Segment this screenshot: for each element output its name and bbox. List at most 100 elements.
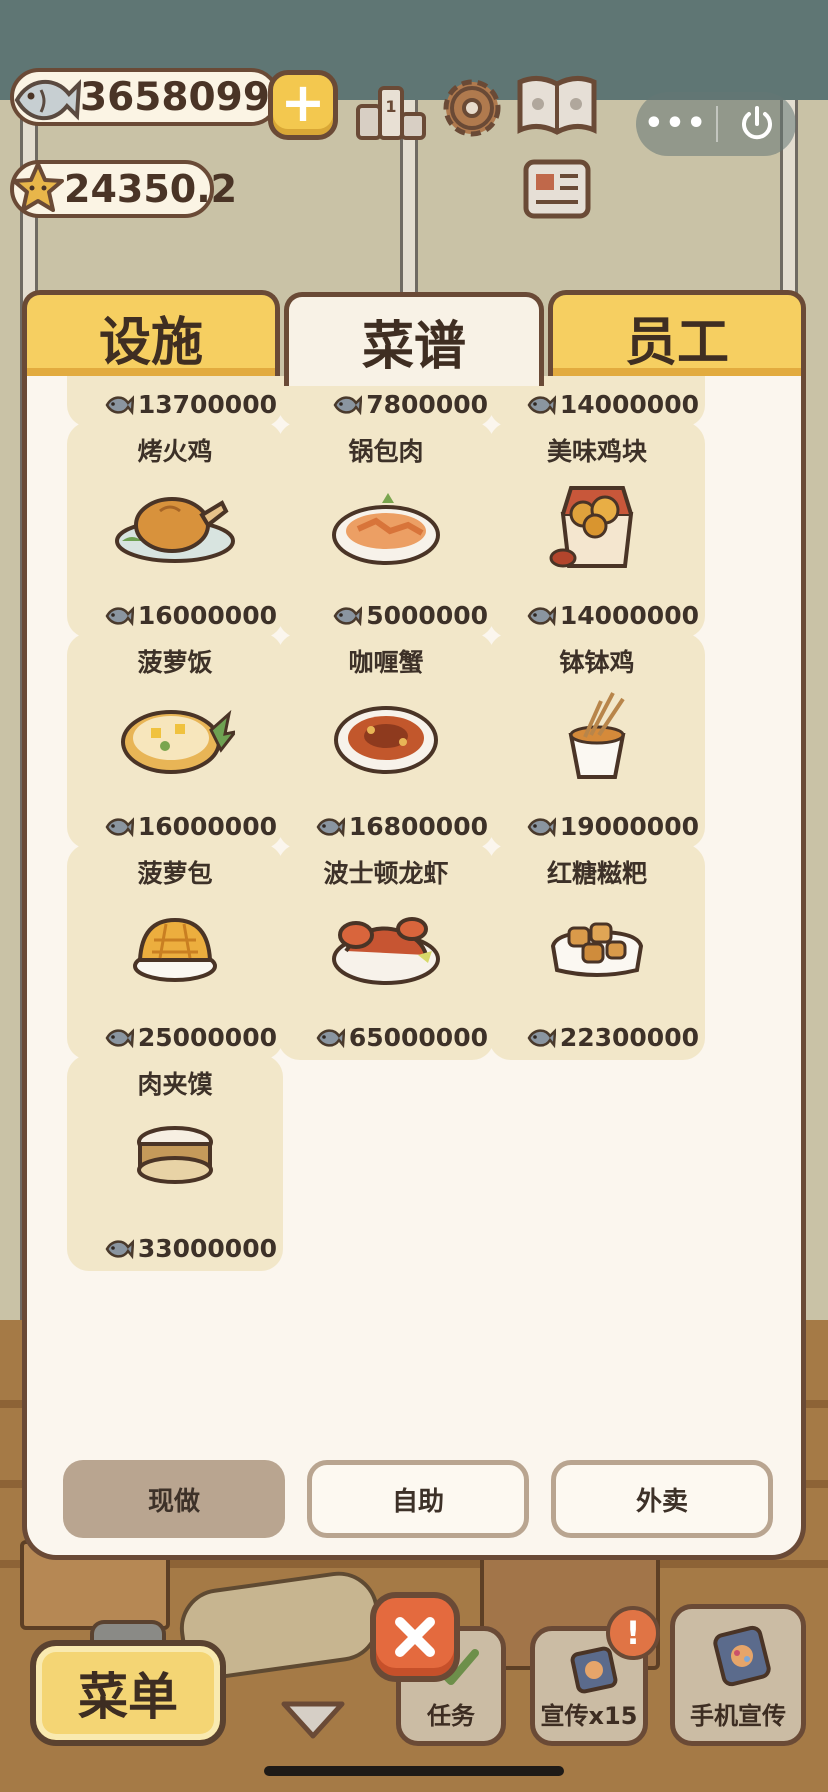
recipe-price: 16000000 xyxy=(104,601,277,630)
fish-currency-value: 3658099 xyxy=(80,74,270,120)
recipe-price: 33000000 xyxy=(104,1234,277,1263)
phone-promotion-button[interactable]: 手机宣传 xyxy=(670,1604,806,1746)
fish-icon xyxy=(105,816,134,837)
fish-icon xyxy=(105,605,134,626)
star-currency-value: 24350.2 xyxy=(64,167,238,211)
recipe-price-value: 5000000 xyxy=(366,601,488,630)
svg-text:1: 1 xyxy=(385,97,396,116)
recipe-card[interactable]: 菠萝包 25000000 xyxy=(67,844,283,1060)
phone-icon xyxy=(713,1625,771,1687)
recipe-name: 肉夹馍 xyxy=(137,1070,213,1099)
fish-icon xyxy=(333,394,363,415)
close-icon xyxy=(395,1617,435,1657)
recipe-card[interactable]: 钵钵鸡 19000000 xyxy=(489,633,705,849)
recipe-name: 红糖糍粑 xyxy=(546,859,647,888)
plus-icon: + xyxy=(280,71,326,134)
recipe-price: 16800000 xyxy=(315,812,488,841)
mode-buffet-button[interactable]: 自助 xyxy=(307,1460,529,1538)
mode-delivery-button[interactable]: 外卖 xyxy=(551,1460,773,1538)
recipe-price-value: 33000000 xyxy=(137,1234,277,1263)
star-icon xyxy=(8,158,68,218)
recipe-price: 14000000 xyxy=(526,390,699,419)
recipe-name: 美味鸡块 xyxy=(546,437,647,466)
more-options-button[interactable]: ••• xyxy=(636,109,716,139)
recipe-price: 16000000 xyxy=(104,812,277,841)
recipe-name: 菠萝包 xyxy=(137,859,213,888)
recipe-name: 锅包肉 xyxy=(348,437,424,466)
leaderboard-icon[interactable]: 1 xyxy=(354,76,428,144)
recipe-price: 13700000 xyxy=(104,390,277,419)
recipe-card[interactable]: 咖喱蟹 16800000 xyxy=(278,633,494,849)
recipe-card[interactable]: 波士顿龙虾 65000000 xyxy=(278,844,494,1060)
fish-icon xyxy=(527,394,556,415)
recipe-price-value: 16000000 xyxy=(137,601,277,630)
recipe-grid[interactable]: 13700000 7800000 14000000 烤火鸡 16000000 锅包肉 500… xyxy=(27,376,811,1434)
close-button[interactable] xyxy=(370,1592,460,1682)
recipe-name: 烤火鸡 xyxy=(137,437,213,466)
rice-cake-icon xyxy=(527,896,667,996)
recipe-price: 19000000 xyxy=(526,812,699,841)
fish-icon xyxy=(105,1238,134,1259)
power-icon[interactable] xyxy=(718,104,796,144)
recipe-card[interactable]: 锅包肉 5000000 xyxy=(278,422,494,638)
tab-staff[interactable]: 员工 xyxy=(548,290,806,380)
menu-button[interactable]: 菜单 xyxy=(30,1640,226,1746)
recipe-card[interactable]: 13700000 xyxy=(67,376,283,427)
recipe-price-value: 65000000 xyxy=(348,1023,488,1052)
fish-icon xyxy=(10,64,82,136)
album-book-icon[interactable] xyxy=(514,72,600,142)
recipe-card[interactable]: 肉夹馍 33000000 xyxy=(67,1055,283,1271)
pineapple-bun-icon xyxy=(105,896,245,996)
fish-icon xyxy=(105,1027,134,1048)
fish-icon xyxy=(527,1027,556,1048)
roast-turkey-icon xyxy=(105,474,245,574)
recipe-price-value: 14000000 xyxy=(559,390,699,419)
recipe-card[interactable]: 红糖糍粑 22300000 xyxy=(489,844,705,1060)
recipe-name: 波士顿龙虾 xyxy=(323,859,449,888)
alert-icon: ! xyxy=(625,1614,641,1652)
fish-icon xyxy=(527,816,556,837)
chevron-down-icon[interactable] xyxy=(278,1696,348,1742)
recipe-price: 7800000 xyxy=(332,390,488,419)
recipe-name: 钵钵鸡 xyxy=(559,648,635,677)
recipe-card[interactable]: 菠萝饭 16000000 xyxy=(67,633,283,849)
tab-recipes[interactable]: 菜谱 xyxy=(284,292,544,386)
fish-icon xyxy=(527,605,556,626)
meat-bun-icon xyxy=(105,1107,245,1207)
recipe-price: 25000000 xyxy=(104,1023,277,1052)
mini-program-capsule: ••• xyxy=(636,92,796,156)
recipe-price-value: 16000000 xyxy=(137,812,277,841)
skewer-cup-icon xyxy=(527,685,667,785)
recipe-card[interactable]: 烤火鸡 16000000 xyxy=(67,422,283,638)
recipes-panel: 13700000 7800000 14000000 烤火鸡 16000000 锅包肉 500… xyxy=(22,376,806,1560)
recipe-price: 22300000 xyxy=(526,1023,699,1052)
add-currency-button[interactable]: + xyxy=(268,70,338,140)
recipe-price-value: 22300000 xyxy=(559,1023,699,1052)
curry-crab-icon xyxy=(316,685,456,785)
lobster-icon xyxy=(316,896,456,996)
star-currency-counter: 24350.2 xyxy=(8,158,237,218)
recipe-price: 5000000 xyxy=(332,601,488,630)
recipe-price: 65000000 xyxy=(315,1023,488,1052)
recipe-price-value: 13700000 xyxy=(137,390,277,419)
fish-icon xyxy=(333,605,363,626)
recipe-price-value: 19000000 xyxy=(559,812,699,841)
tab-facilities[interactable]: 设施 xyxy=(22,290,280,380)
settings-gear-icon[interactable] xyxy=(436,72,508,144)
chicken-nuggets-icon xyxy=(527,474,667,574)
menu-label: 菜单 xyxy=(78,1668,178,1726)
fish-icon xyxy=(316,816,345,837)
task-label: 任务 xyxy=(427,1702,475,1730)
recipe-price-value: 14000000 xyxy=(559,601,699,630)
mode-dine-in-button[interactable]: 现做 xyxy=(63,1460,285,1538)
pineapple-rice-icon xyxy=(105,685,245,785)
newspaper-icon[interactable] xyxy=(520,156,594,222)
recipe-name: 咖喱蟹 xyxy=(348,648,424,677)
recipe-price: 14000000 xyxy=(526,601,699,630)
recipe-card[interactable]: 美味鸡块 14000000 xyxy=(489,422,705,638)
recipe-price-value: 7800000 xyxy=(366,390,488,419)
phone-promotion-label: 手机宣传 xyxy=(690,1702,786,1730)
home-indicator xyxy=(264,1766,564,1776)
fish-currency-counter: 3658099 xyxy=(10,68,280,126)
recipe-price-value: 25000000 xyxy=(137,1023,277,1052)
